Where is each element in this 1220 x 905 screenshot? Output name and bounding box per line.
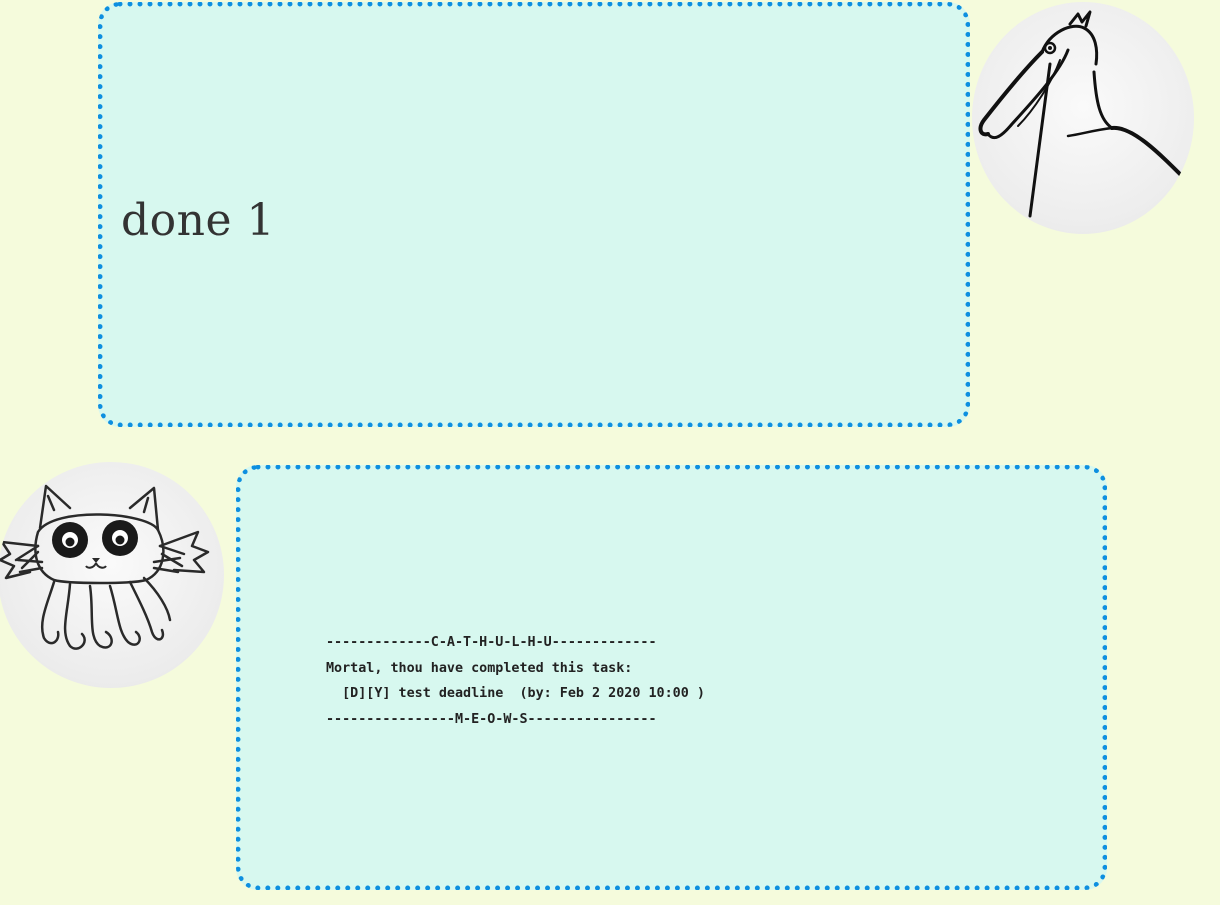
user-message-bubble: done 1	[98, 2, 970, 427]
bot-message-task-line: [D][Y] test deadline (by: Feb 2 2020 10:…	[326, 686, 705, 701]
user-message-text: done 1	[121, 195, 276, 246]
bot-message-bubble: -------------C-A-T-H-U-L-H-U------------…	[236, 465, 1107, 890]
bot-message-text: -------------C-A-T-H-U-L-H-U------------…	[326, 630, 705, 732]
bot-message-footer-line: ----------------M-E-O-W-S---------------…	[326, 711, 657, 727]
cathulhu-avatar-icon	[0, 462, 224, 688]
bot-message-line: Mortal, thou have completed this task:	[326, 660, 633, 676]
bot-message-header-line: -------------C-A-T-H-U-L-H-U------------…	[326, 635, 657, 650]
shoebill-avatar-icon	[972, 2, 1194, 234]
